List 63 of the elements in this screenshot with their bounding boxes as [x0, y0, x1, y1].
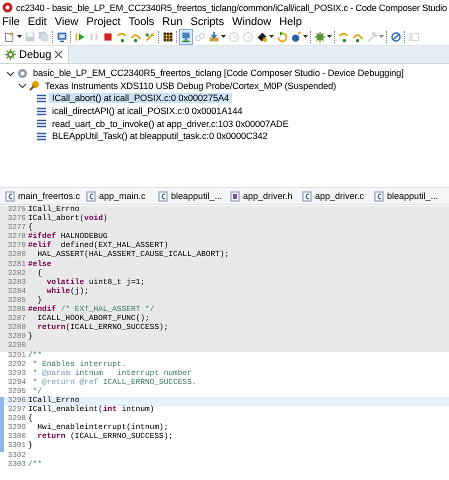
editor-tab[interactable]: main_freertos.c [2, 188, 84, 204]
stack-frame-icon [36, 130, 47, 142]
menu-item[interactable]: Window [232, 16, 272, 28]
no-entry-icon [390, 30, 402, 42]
step-into-icon [116, 30, 128, 42]
menu-item[interactable]: Help [279, 16, 302, 28]
save-all-icon [38, 30, 50, 42]
header-file-icon [230, 190, 240, 202]
menu-item[interactable]: File [2, 16, 20, 28]
tree-item[interactable]: basic_ble_LP_EM_CC2340R5_freertos_ticlang [Code Composer Studio - Device Debugging] [30, 68, 407, 78]
session-icon [17, 68, 28, 79]
editor-tab[interactable]: app_driver.h [227, 188, 300, 204]
grid-icon [162, 30, 174, 42]
source-file-icon [302, 190, 312, 202]
link-icon [194, 30, 206, 42]
editor-tab[interactable]: bleapputil_... [155, 188, 228, 204]
step-return-icon [144, 30, 156, 42]
connect-icon [180, 30, 192, 42]
resume-icon [74, 30, 86, 42]
tree-item[interactable]: Texas Instruments XDS110 USB Debug Probe/Cortex_M0P (Suspended) [42, 80, 340, 91]
terminate-icon [102, 30, 114, 42]
menu-item[interactable]: Tools [128, 16, 154, 28]
menu-item[interactable]: View [54, 16, 78, 28]
stack-frame-icon [36, 92, 47, 104]
bomb-icon [290, 30, 302, 42]
stack-frame-icon [36, 118, 47, 130]
toolbar-button[interactable] [289, 28, 309, 44]
tree-item[interactable]: BLEAppUtil_Task() at bleapputil_task.c:0 0x0000C342 [49, 131, 271, 142]
view-tab[interactable]: Debug [0, 46, 70, 63]
monitor-icon [56, 30, 68, 42]
stack-frame-icon [36, 106, 47, 117]
download-icon [208, 30, 220, 42]
source-file-icon [374, 190, 384, 202]
panel-icon [408, 30, 420, 42]
bug-icon [5, 49, 16, 60]
restart-icon [276, 30, 288, 42]
menu-item[interactable]: Project [86, 16, 121, 28]
tree-item[interactable]: ICall_abort() at icall_POSIX.c:0 0x000275A4 [49, 93, 232, 104]
source-file-icon [86, 190, 96, 202]
clock-icon [242, 30, 254, 42]
menu-item[interactable]: Run [162, 16, 182, 28]
editor-tab[interactable]: app_main.c [83, 188, 156, 204]
menu-item[interactable]: Scripts [190, 16, 224, 28]
source-file-icon [5, 190, 15, 202]
key-icon [29, 80, 40, 92]
suspend-icon [88, 30, 100, 42]
settings-icon [314, 30, 326, 42]
save-icon [24, 30, 36, 42]
clock-icon [228, 30, 240, 42]
editor-tab[interactable]: app_driver.c [299, 188, 372, 204]
menu-item[interactable]: Edit [28, 16, 47, 28]
editor-tab[interactable]: bleapputil_... [371, 188, 444, 204]
expanded-chevron-icon[interactable] [6, 68, 15, 78]
hammer-icon [366, 30, 378, 42]
source-file-icon [158, 190, 168, 202]
expanded-chevron-icon[interactable] [18, 81, 27, 90]
tree-item[interactable]: icall_directAPI() at icall_POSIX.c:0 0x0001A144 [49, 106, 246, 116]
paint-icon [256, 30, 268, 42]
new-file-icon [4, 30, 16, 42]
step-into-icon [338, 30, 350, 42]
close-icon [54, 50, 64, 59]
tree-item[interactable]: read_uart_cb_to_invoke() at app_driver.c:103 0x00007ADE [49, 118, 292, 129]
window-title: cc2340 - basic_ble_LP_EM_CC2340R5_freertos_ticlang/common/iCall/icall_POSIX.c - Code Composer Studio [16, 2, 447, 12]
